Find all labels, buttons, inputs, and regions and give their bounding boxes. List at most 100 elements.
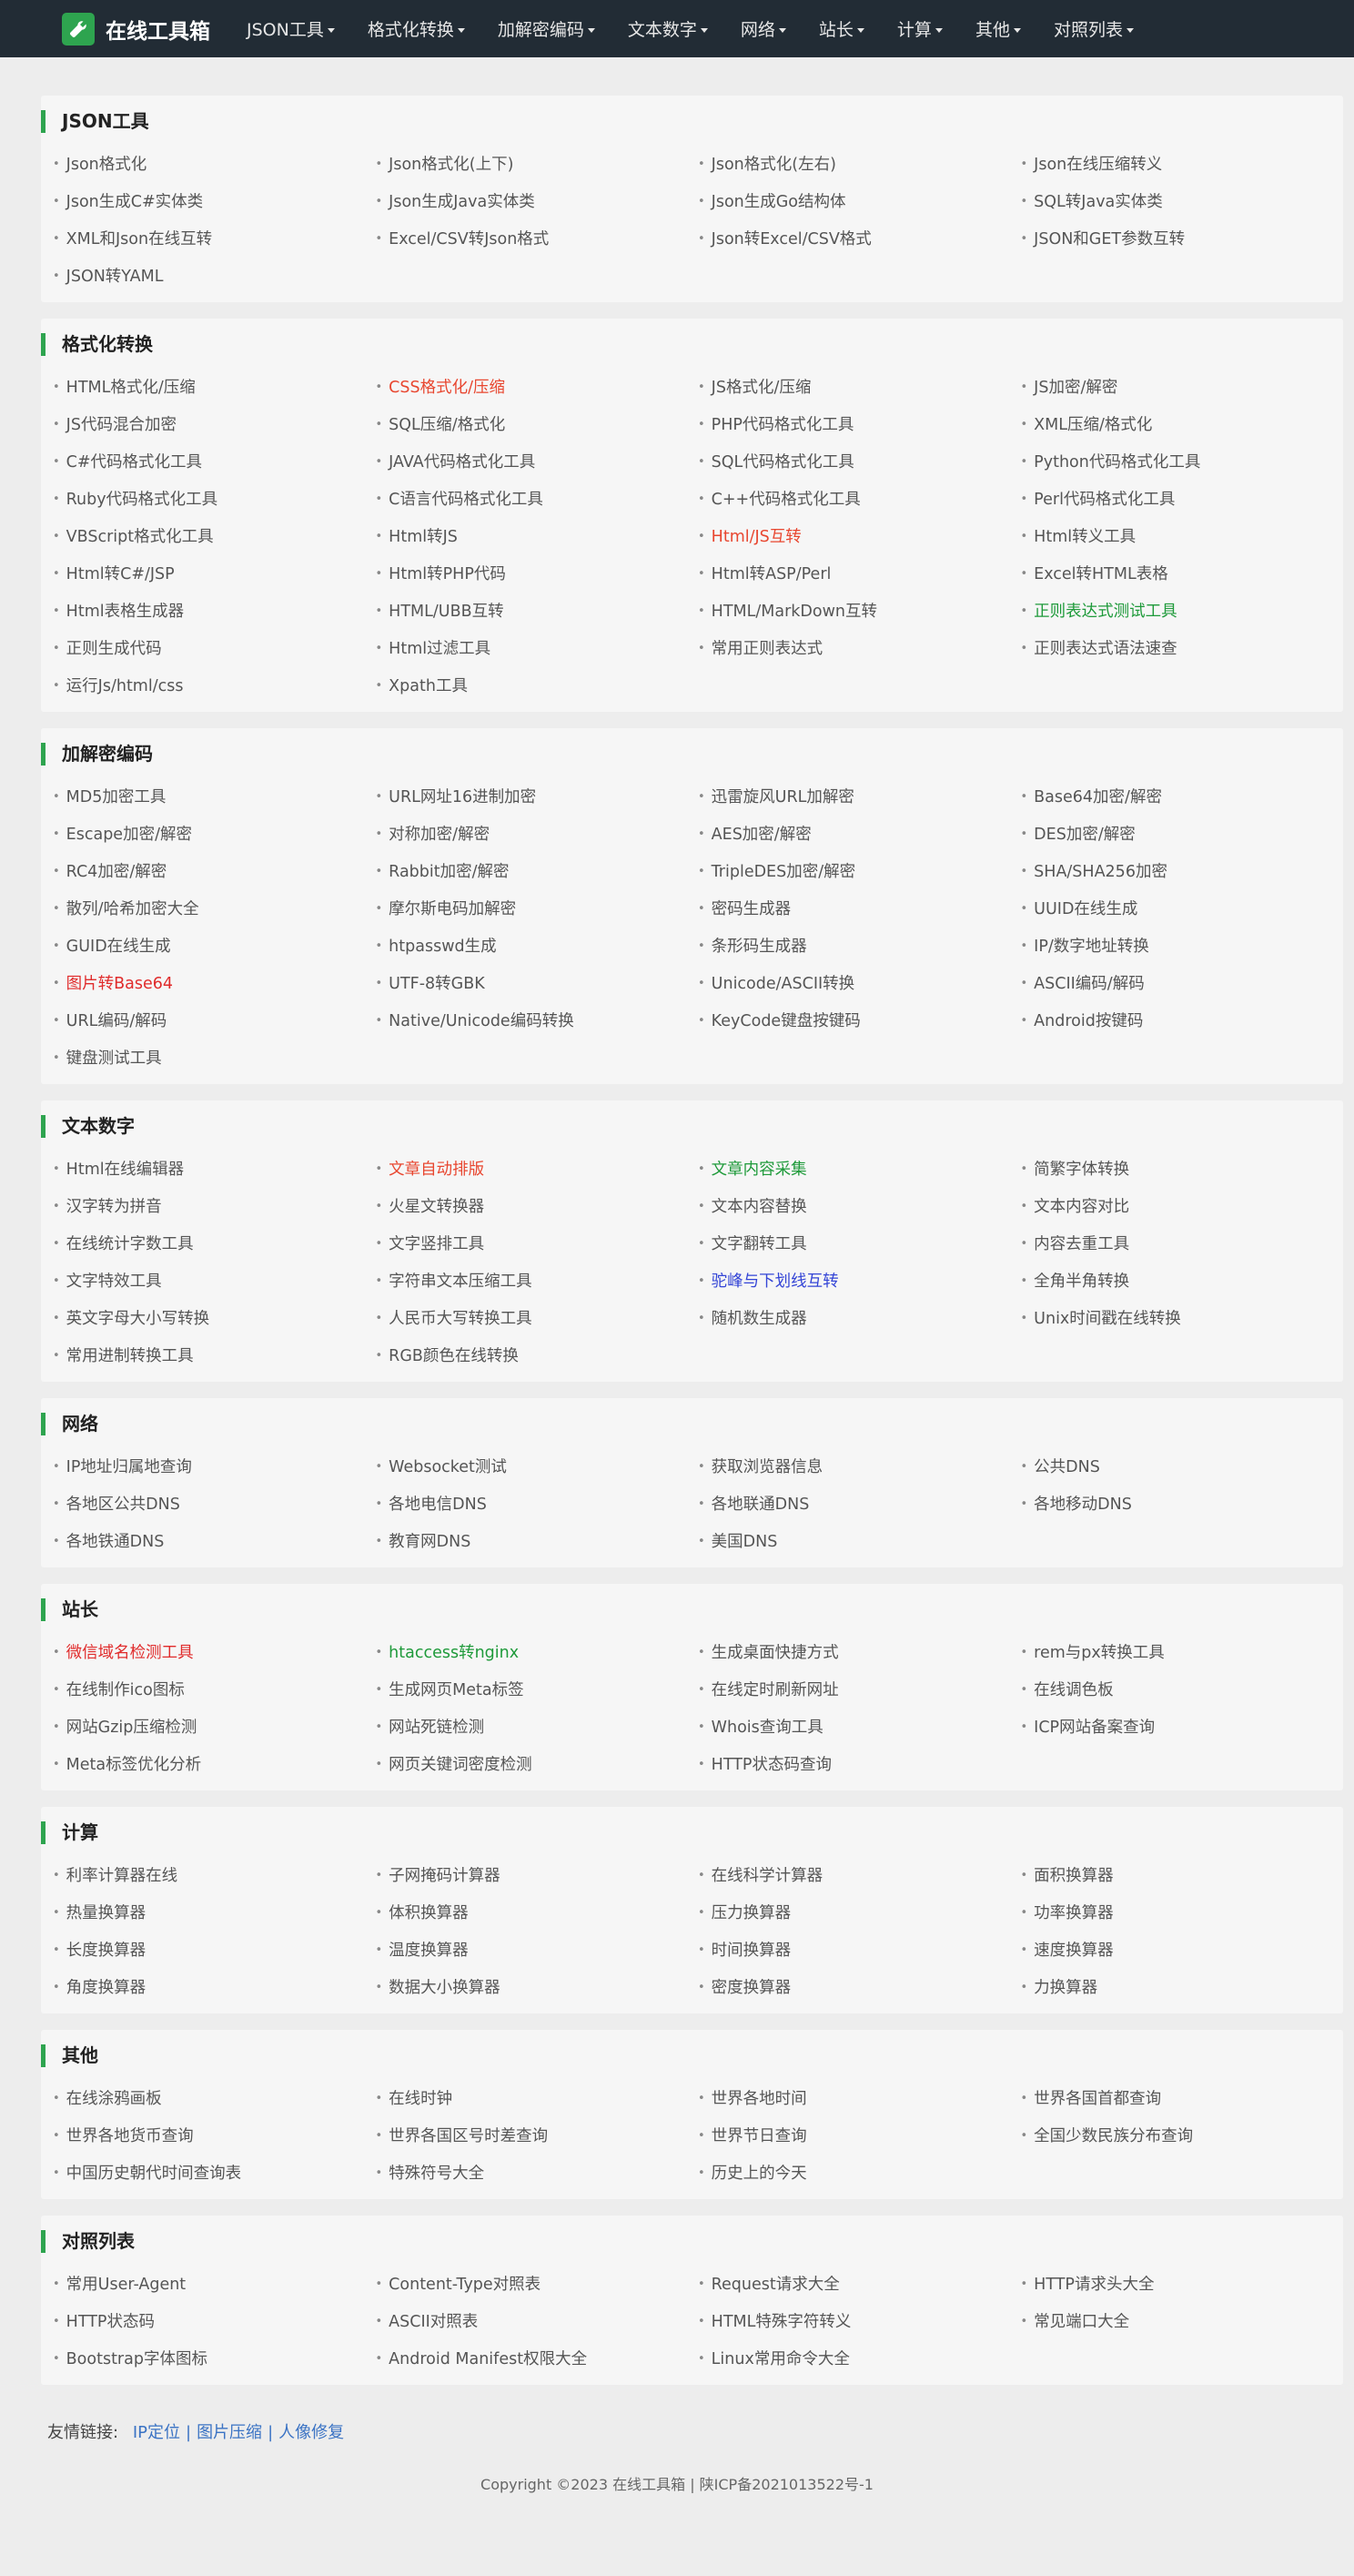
tool-link[interactable]: 字符串文本压缩工具 [376, 1263, 699, 1300]
tool-link[interactable]: VBScript格式化工具 [53, 518, 376, 555]
nav-item[interactable]: 计算 [881, 16, 959, 41]
tool-link[interactable]: 利率计算器在线 [53, 1857, 376, 1894]
tool-link[interactable]: Python代码格式化工具 [1021, 443, 1344, 481]
tool-link[interactable]: DES加密/解密 [1021, 816, 1344, 853]
tool-link[interactable]: IP/数字地址转换 [1021, 928, 1344, 965]
friend-link[interactable]: 人像修复 [278, 2423, 344, 2442]
tool-link[interactable]: 微信域名检测工具 [53, 1634, 376, 1671]
tool-link[interactable]: 简繁字体转换 [1021, 1151, 1344, 1188]
tool-link[interactable]: Json转Excel/CSV格式 [698, 220, 1021, 258]
tool-link[interactable]: UUID在线生成 [1021, 890, 1344, 928]
tool-link[interactable]: HTML特殊字符转义 [698, 2303, 1021, 2340]
tool-link[interactable]: Perl代码格式化工具 [1021, 481, 1344, 518]
tool-link[interactable]: 子网掩码计算器 [376, 1857, 699, 1894]
tool-link[interactable]: 特殊符号大全 [376, 2155, 699, 2192]
tool-link[interactable]: 在线时钟 [376, 2080, 699, 2117]
tool-link[interactable]: 摩尔斯电码加解密 [376, 890, 699, 928]
friend-link[interactable]: IP定位 [133, 2423, 180, 2442]
tool-link[interactable]: JSON和GET参数互转 [1021, 220, 1344, 258]
tool-link[interactable]: Meta标签优化分析 [53, 1746, 376, 1783]
tool-link[interactable]: 获取浏览器信息 [698, 1448, 1021, 1486]
tool-link[interactable]: URL网址16进制加密 [376, 778, 699, 816]
tool-link[interactable]: Request请求大全 [698, 2266, 1021, 2303]
tool-link[interactable]: 随机数生成器 [698, 1300, 1021, 1337]
nav-item[interactable]: 格式化转换 [351, 16, 481, 41]
tool-link[interactable]: 面积换算器 [1021, 1857, 1344, 1894]
tool-link[interactable]: Html转PHP代码 [376, 555, 699, 593]
tool-link[interactable]: Whois查询工具 [698, 1709, 1021, 1746]
tool-link[interactable]: C语言代码格式化工具 [376, 481, 699, 518]
tool-link[interactable]: SQL转Java实体类 [1021, 183, 1344, 220]
tool-link[interactable]: 在线科学计算器 [698, 1857, 1021, 1894]
nav-item[interactable]: 文本数字 [611, 16, 724, 41]
tool-link[interactable]: Unicode/ASCII转换 [698, 965, 1021, 1002]
tool-link[interactable]: 世界各国区号时差查询 [376, 2117, 699, 2155]
tool-link[interactable]: Android按键码 [1021, 1002, 1344, 1040]
tool-link[interactable]: JAVA代码格式化工具 [376, 443, 699, 481]
tool-link[interactable]: C#代码格式化工具 [53, 443, 376, 481]
tool-link[interactable]: Html转C#/JSP [53, 555, 376, 593]
tool-link[interactable]: 压力换算器 [698, 1894, 1021, 1932]
tool-link[interactable]: HTML格式化/压缩 [53, 369, 376, 406]
tool-link[interactable]: Html在线编辑器 [53, 1151, 376, 1188]
tool-link[interactable]: 力换算器 [1021, 1969, 1344, 2006]
tool-link[interactable]: 密码生成器 [698, 890, 1021, 928]
tool-link[interactable]: Unix时间戳在线转换 [1021, 1300, 1344, 1337]
tool-link[interactable]: Escape加密/解密 [53, 816, 376, 853]
nav-item[interactable]: 其他 [959, 16, 1037, 41]
tool-link[interactable]: 文章自动排版 [376, 1151, 699, 1188]
tool-link[interactable]: PHP代码格式化工具 [698, 406, 1021, 443]
tool-link[interactable]: 公共DNS [1021, 1448, 1344, 1486]
tool-link[interactable]: Html转ASP/Perl [698, 555, 1021, 593]
tool-link[interactable]: 世界节日查询 [698, 2117, 1021, 2155]
tool-link[interactable]: ICP网站备案查询 [1021, 1709, 1344, 1746]
tool-link[interactable]: 常见端口大全 [1021, 2303, 1344, 2340]
tool-link[interactable]: 功率换算器 [1021, 1894, 1344, 1932]
tool-link[interactable]: Json在线压缩转义 [1021, 146, 1344, 183]
tool-link[interactable]: 世界各地时间 [698, 2080, 1021, 2117]
tool-link[interactable]: Base64加密/解密 [1021, 778, 1344, 816]
tool-link[interactable]: 文字特效工具 [53, 1263, 376, 1300]
tool-link[interactable]: Json格式化(左右) [698, 146, 1021, 183]
tool-link[interactable]: RC4加密/解密 [53, 853, 376, 890]
tool-link[interactable]: 正则表达式语法速查 [1021, 630, 1344, 667]
tool-link[interactable]: CSS格式化/压缩 [376, 369, 699, 406]
tool-link[interactable]: 文章内容采集 [698, 1151, 1021, 1188]
tool-link[interactable]: 人民币大写转换工具 [376, 1300, 699, 1337]
tool-link[interactable]: 速度换算器 [1021, 1932, 1344, 1969]
tool-link[interactable]: Html过滤工具 [376, 630, 699, 667]
tool-link[interactable]: Xpath工具 [376, 667, 699, 705]
tool-link[interactable]: HTML/UBB互转 [376, 593, 699, 630]
tool-link[interactable]: 火星文转换器 [376, 1188, 699, 1225]
tool-link[interactable]: 生成桌面快捷方式 [698, 1634, 1021, 1671]
tool-link[interactable]: Excel转HTML表格 [1021, 555, 1344, 593]
tool-link[interactable]: 教育网DNS [376, 1523, 699, 1560]
tool-link[interactable]: htpasswd生成 [376, 928, 699, 965]
tool-link[interactable]: TripleDES加密/解密 [698, 853, 1021, 890]
tool-link[interactable]: 网站Gzip压缩检测 [53, 1709, 376, 1746]
tool-link[interactable]: 文本内容替换 [698, 1188, 1021, 1225]
tool-link[interactable]: 正则表达式测试工具 [1021, 593, 1344, 630]
tool-link[interactable]: Html表格生成器 [53, 593, 376, 630]
tool-link[interactable]: 散列/哈希加密大全 [53, 890, 376, 928]
tool-link[interactable]: Bootstrap字体图标 [53, 2340, 376, 2378]
friend-link[interactable]: 图片压缩 [197, 2423, 262, 2442]
tool-link[interactable]: SQL压缩/格式化 [376, 406, 699, 443]
tool-link[interactable]: 热量换算器 [53, 1894, 376, 1932]
tool-link[interactable]: 在线调色板 [1021, 1671, 1344, 1709]
tool-link[interactable]: 在线制作ico图标 [53, 1671, 376, 1709]
tool-link[interactable]: 对称加密/解密 [376, 816, 699, 853]
tool-link[interactable]: 迅雷旋风URL加解密 [698, 778, 1021, 816]
nav-item[interactable]: 网络 [724, 16, 803, 41]
tool-link[interactable]: ASCII对照表 [376, 2303, 699, 2340]
tool-link[interactable]: Json格式化 [53, 146, 376, 183]
nav-item[interactable]: 加解密编码 [481, 16, 611, 41]
tool-link[interactable]: SHA/SHA256加密 [1021, 853, 1344, 890]
tool-link[interactable]: GUID在线生成 [53, 928, 376, 965]
tool-link[interactable]: UTF-8转GBK [376, 965, 699, 1002]
tool-link[interactable]: Json格式化(上下) [376, 146, 699, 183]
tool-link[interactable]: Rabbit加密/解密 [376, 853, 699, 890]
tool-link[interactable]: 图片转Base64 [53, 965, 376, 1002]
tool-link[interactable]: 在线定时刷新网址 [698, 1671, 1021, 1709]
tool-link[interactable]: 正则生成代码 [53, 630, 376, 667]
